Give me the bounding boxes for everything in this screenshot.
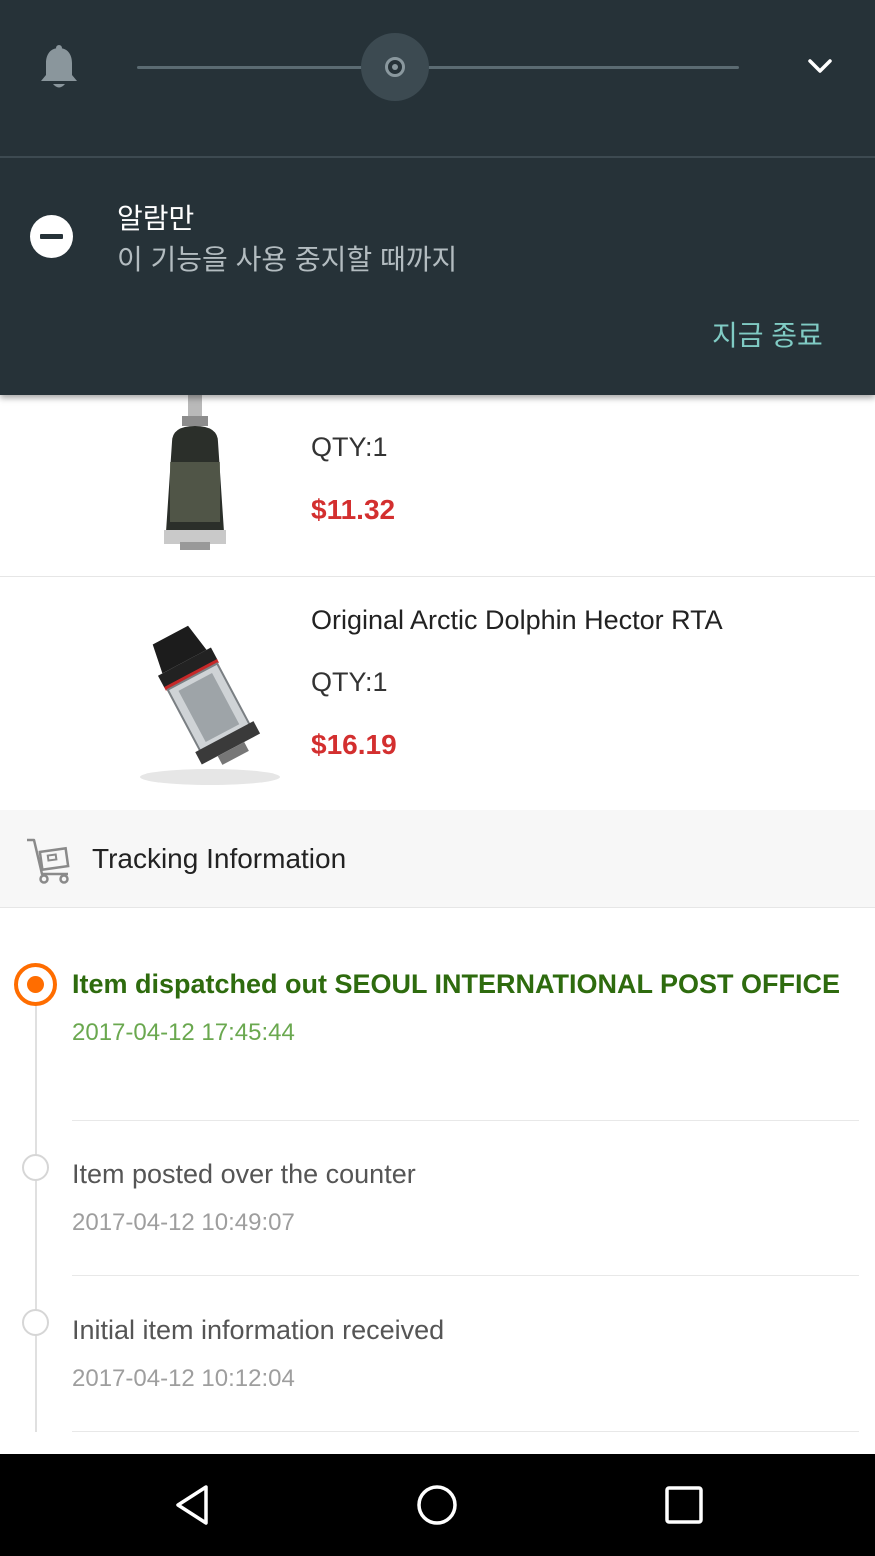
event-timestamp: 2017-04-12 10:49:07: [72, 1209, 295, 1236]
cart-icon: [27, 838, 70, 884]
divider: [72, 1275, 859, 1276]
product-thumbnail: [140, 625, 280, 785]
divider: [72, 1431, 859, 1432]
volume-slider-thumb[interactable]: [385, 57, 405, 77]
end-now-button[interactable]: 지금 종료: [712, 314, 823, 354]
event-description: Initial item information received: [72, 1315, 445, 1345]
bell-icon[interactable]: [38, 44, 80, 92]
event-description: Item dispatched out SEOUL INTERNATIONAL …: [72, 969, 841, 999]
product-qty: QTY:1: [311, 432, 388, 462]
tracking-title: Tracking Information: [92, 843, 347, 874]
timeline-line: [35, 985, 37, 1432]
navigation-bar: [0, 1454, 875, 1556]
tracking-event: Initial item information received 2017-0…: [72, 1313, 859, 1393]
timeline-dot: [22, 1309, 49, 1336]
product-thumbnail: [164, 392, 226, 550]
volume-row: [0, 0, 875, 156]
back-icon[interactable]: [170, 1482, 216, 1528]
product-price: $11.32: [311, 494, 396, 525]
product-name: Original Arctic Dolphin Hector RTA: [311, 605, 723, 635]
tracking-event: Item posted over the counter 2017-04-12 …: [72, 1157, 859, 1237]
volume-slider-track[interactable]: [137, 66, 739, 69]
product-price: $16.19: [311, 729, 397, 760]
event-description: Item posted over the counter: [72, 1159, 416, 1189]
product-qty: QTY:1: [311, 667, 388, 697]
order-item[interactable]: Original Arctic Dolphin Hector RTA QTY:1…: [0, 577, 875, 809]
divider: [72, 1120, 859, 1121]
chevron-down-icon[interactable]: [802, 50, 838, 82]
timeline-dot: [22, 1154, 49, 1181]
recents-icon[interactable]: [661, 1482, 707, 1528]
divider: [0, 156, 875, 158]
home-icon[interactable]: [414, 1482, 460, 1528]
event-timestamp: 2017-04-12 17:45:44: [72, 1019, 295, 1046]
dnd-subtitle: 이 기능을 사용 중지할 때까지: [117, 244, 458, 275]
event-timestamp: 2017-04-12 10:12:04: [72, 1365, 295, 1392]
notification-shade: 알람만 이 기능을 사용 중지할 때까지 지금 종료: [0, 0, 875, 395]
dnd-title: 알람만: [117, 203, 195, 234]
order-item[interactable]: QTY:1 $11.32: [0, 370, 875, 576]
tracking-event: Item dispatched out SEOUL INTERNATIONAL …: [72, 967, 859, 1047]
dnd-minus-icon: [30, 215, 73, 258]
timeline-dot-active: [14, 963, 57, 1006]
tracking-header: Tracking Information: [0, 810, 875, 908]
